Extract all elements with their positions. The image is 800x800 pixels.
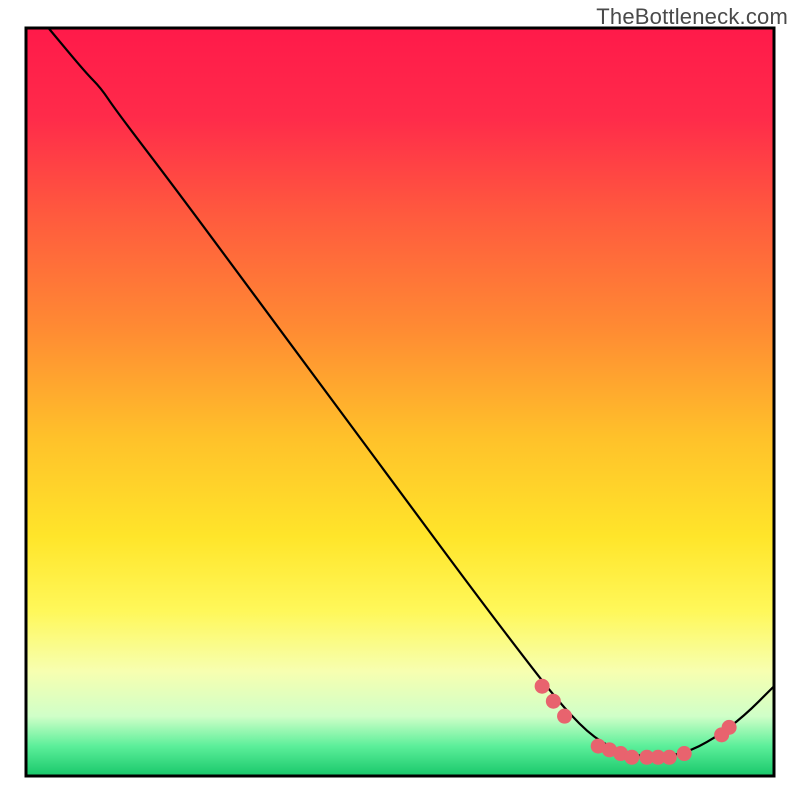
data-marker [535,679,550,694]
plot-area [26,28,774,776]
data-marker [557,709,572,724]
data-marker [677,746,692,761]
data-marker [546,694,561,709]
data-marker [662,750,677,765]
site-watermark: TheBottleneck.com [596,4,788,30]
data-marker [624,750,639,765]
bottleneck-chart [0,0,800,800]
chart-container: TheBottleneck.com [0,0,800,800]
data-marker [722,720,737,735]
